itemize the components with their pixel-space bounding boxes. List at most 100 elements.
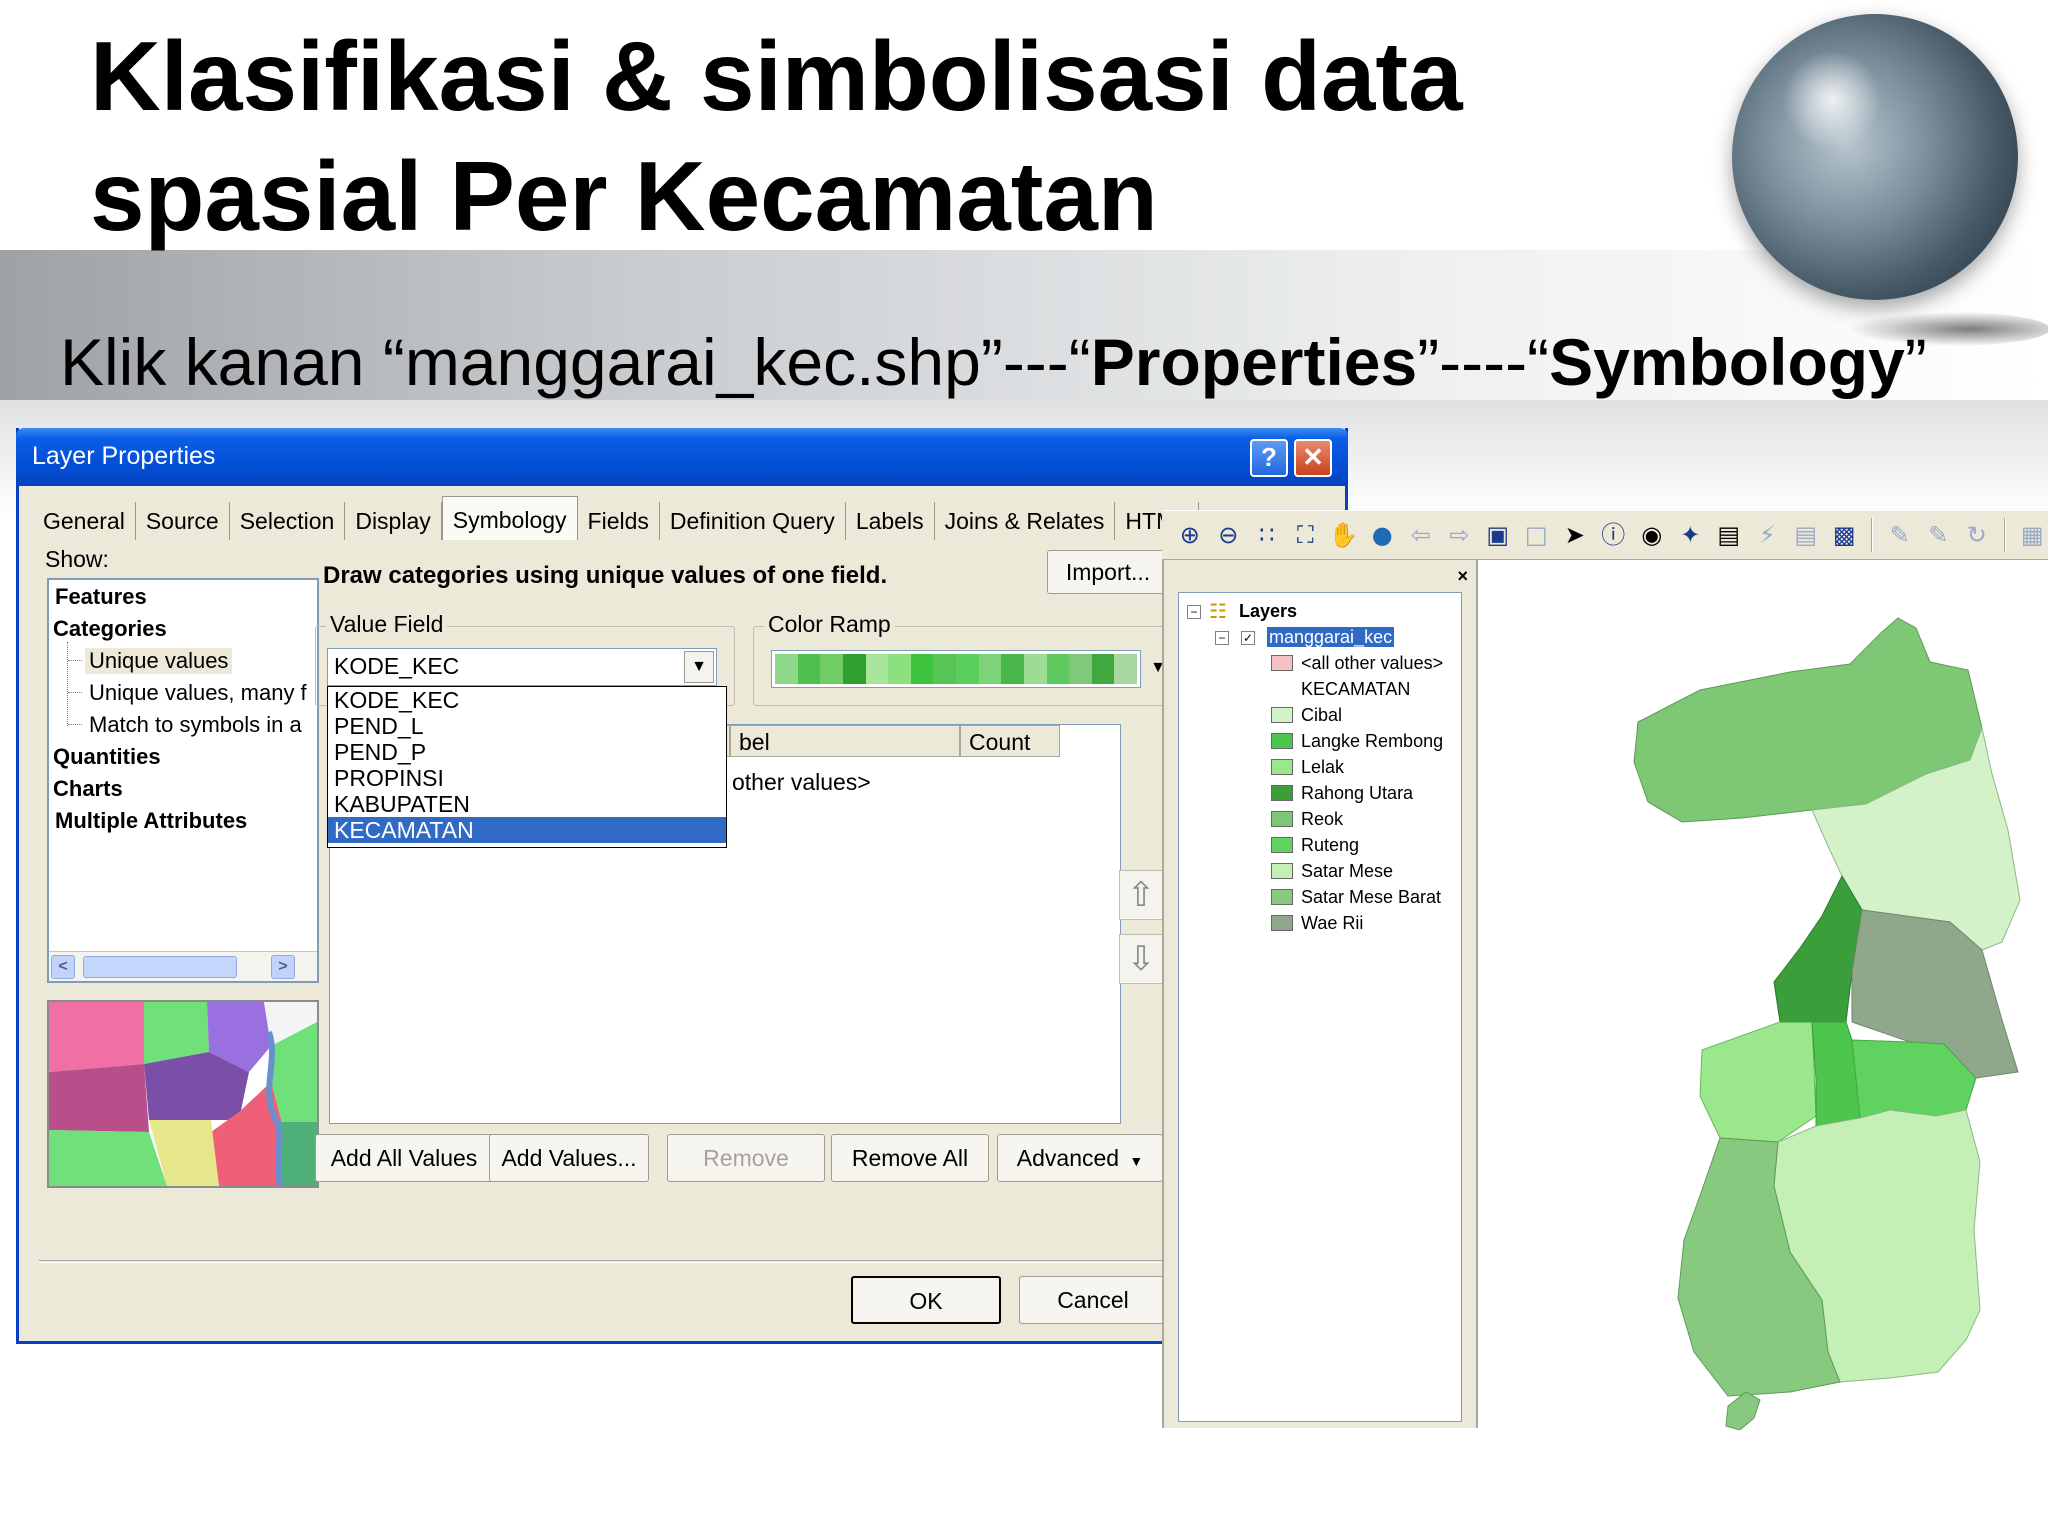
- tab-general[interactable]: General: [33, 502, 136, 540]
- tab-definition-query[interactable]: Definition Query: [660, 502, 846, 540]
- color-ramp-swatch: [1069, 654, 1092, 684]
- forward-arrow-icon[interactable]: ⇨: [1444, 519, 1476, 551]
- legend-swatch[interactable]: [1271, 811, 1293, 827]
- sketch-tool-icon[interactable]: ✎: [1923, 519, 1955, 551]
- pan-hand-icon[interactable]: ✋: [1328, 519, 1360, 551]
- dropdown-option[interactable]: PEND_L: [328, 713, 726, 739]
- identify-icon[interactable]: ⓘ: [1598, 519, 1630, 551]
- color-ramp-swatch: [956, 654, 979, 684]
- clear-selection-icon[interactable]: □: [1521, 519, 1553, 551]
- tree-item-multiple-attributes[interactable]: Multiple Attributes: [55, 808, 247, 834]
- tree-item-features[interactable]: Features: [55, 584, 147, 610]
- color-ramp-swatch: [820, 654, 843, 684]
- value-field-dropdown[interactable]: KODE_KEC PEND_L PEND_P PROPINSI KABUPATEN KEC…: [327, 686, 727, 848]
- ok-button[interactable]: OK: [851, 1276, 1001, 1324]
- layer-visibility-checkbox[interactable]: ✓: [1241, 631, 1255, 645]
- back-arrow-icon[interactable]: ⇦: [1405, 519, 1437, 551]
- editor-tool-icon[interactable]: ✎: [1884, 519, 1916, 551]
- scroll-left-icon[interactable]: <: [51, 955, 75, 979]
- layer-properties-dialog: Layer Properties ? ✕ General Source Select…: [16, 428, 1348, 1344]
- tab-display[interactable]: Display: [345, 502, 442, 540]
- zoom-out-icon[interactable]: ⊖: [1213, 519, 1245, 551]
- color-ramp-selector[interactable]: [771, 650, 1141, 688]
- zoom-in-icon[interactable]: ⊕: [1174, 519, 1206, 551]
- find-binoculars-icon[interactable]: ◉: [1636, 519, 1668, 551]
- legend-label: Ruteng: [1301, 835, 1360, 855]
- column-header-label[interactable]: bel: [730, 725, 960, 757]
- dropdown-option[interactable]: KECAMATAN: [328, 817, 726, 843]
- toc-tree[interactable]: − ☷ Layers − ✓ manggarai_kec <all other …: [1178, 592, 1462, 1422]
- tree-item-match-symbols[interactable]: Match to symbols in a: [89, 712, 302, 738]
- tab-labels[interactable]: Labels: [846, 502, 935, 540]
- select-features-icon[interactable]: ▣: [1482, 519, 1514, 551]
- help-button[interactable]: ?: [1250, 439, 1288, 477]
- legend-swatch[interactable]: [1271, 759, 1293, 775]
- rotate-tool-icon[interactable]: ↻: [1961, 519, 1993, 551]
- tab-joins-relates[interactable]: Joins & Relates: [935, 502, 1116, 540]
- scroll-thumb[interactable]: [83, 956, 237, 978]
- list-item-other-values[interactable]: other values>: [732, 769, 871, 796]
- close-button[interactable]: ✕: [1294, 439, 1332, 477]
- hyperlink-icon[interactable]: ⚡: [1752, 519, 1784, 551]
- remove-button[interactable]: Remove: [667, 1134, 825, 1182]
- legend-swatch[interactable]: [1271, 863, 1293, 879]
- dropdown-option[interactable]: KABUPATEN: [328, 791, 726, 817]
- remove-all-button[interactable]: Remove All: [831, 1134, 989, 1182]
- legend-label: Rahong Utara: [1301, 783, 1414, 803]
- color-ramp-swatch: [775, 654, 798, 684]
- toc-layer-name[interactable]: manggarai_kec: [1267, 627, 1395, 648]
- legend-swatch[interactable]: [1271, 785, 1293, 801]
- tree-horizontal-scrollbar[interactable]: < >: [49, 951, 317, 981]
- subtitle-separator: ”----“: [1417, 325, 1550, 399]
- slide-title: Klasifikasi & simbolisasi data spasial P…: [90, 16, 1650, 256]
- dropdown-option[interactable]: PEND_P: [328, 739, 726, 765]
- add-all-values-button[interactable]: Add All Values: [315, 1134, 493, 1182]
- select-elements-icon[interactable]: ➤: [1559, 519, 1591, 551]
- toc-close-icon[interactable]: ×: [1457, 566, 1468, 587]
- value-field-combo[interactable]: KODE_KEC ▼: [327, 648, 717, 686]
- column-header-count[interactable]: Count: [960, 725, 1060, 757]
- legend-swatch[interactable]: [1271, 733, 1293, 749]
- dialog-titlebar[interactable]: Layer Properties ? ✕: [16, 428, 1348, 486]
- tab-symbology[interactable]: Symbology: [441, 496, 578, 540]
- tree-item-quantities[interactable]: Quantities: [53, 744, 161, 770]
- legend-swatch[interactable]: [1271, 915, 1293, 931]
- dropdown-option[interactable]: PROPINSI: [328, 765, 726, 791]
- tab-selection[interactable]: Selection: [230, 502, 346, 540]
- tab-fields[interactable]: Fields: [578, 502, 660, 540]
- full-extent-globe-icon[interactable]: ●: [1367, 519, 1399, 551]
- symbology-type-tree[interactable]: Features Categories Unique values Unique…: [47, 578, 319, 983]
- grid-tool-icon[interactable]: ▦: [2017, 519, 2048, 551]
- move-up-icon[interactable]: ⇧: [1119, 870, 1163, 920]
- legend-swatch[interactable]: [1271, 707, 1293, 723]
- tree-item-unique-values-many[interactable]: Unique values, many f: [89, 680, 307, 706]
- toc-root-layers[interactable]: Layers: [1239, 601, 1297, 622]
- tree-item-categories[interactable]: Categories: [53, 616, 167, 642]
- dropdown-option[interactable]: KODE_KEC: [328, 687, 726, 713]
- viewer-window-icon[interactable]: ▩: [1829, 519, 1861, 551]
- fixed-zoom-in-icon[interactable]: ∷: [1251, 519, 1283, 551]
- cancel-button[interactable]: Cancel: [1019, 1276, 1167, 1324]
- legend-swatch[interactable]: [1271, 837, 1293, 853]
- html-popup-icon[interactable]: ▤: [1790, 519, 1822, 551]
- chevron-down-icon[interactable]: ▼: [684, 651, 714, 683]
- legend-swatch[interactable]: [1271, 889, 1293, 905]
- fixed-zoom-out-icon[interactable]: ⛶: [1290, 519, 1322, 551]
- legend-label: Cibal: [1301, 705, 1343, 725]
- collapse-icon[interactable]: −: [1187, 605, 1201, 619]
- import-button[interactable]: Import...: [1047, 550, 1169, 594]
- symbology-preview-image: [47, 1000, 319, 1188]
- toc-layer-label: manggarai_kec: [1267, 627, 1395, 647]
- tree-item-unique-values[interactable]: Unique values: [85, 648, 233, 674]
- scroll-right-icon[interactable]: >: [271, 955, 295, 979]
- color-ramp-swatch: [978, 654, 1002, 684]
- tree-item-charts[interactable]: Charts: [53, 776, 123, 802]
- go-to-xy-icon[interactable]: ✦: [1675, 519, 1707, 551]
- measure-icon[interactable]: ▤: [1713, 519, 1745, 551]
- add-values-button[interactable]: Add Values...: [489, 1134, 649, 1182]
- manggarai-map[interactable]: [1590, 610, 2030, 1430]
- tab-source[interactable]: Source: [136, 502, 230, 540]
- move-down-icon[interactable]: ⇩: [1119, 934, 1163, 984]
- collapse-icon[interactable]: −: [1215, 631, 1229, 645]
- advanced-button[interactable]: Advanced ▼: [997, 1134, 1163, 1182]
